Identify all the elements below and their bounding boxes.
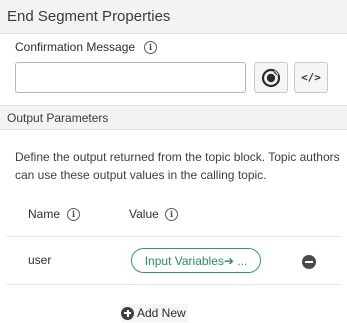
row-divider [7,236,340,237]
output-description: Define the output returned from the topi… [15,150,340,182]
script-editor-button[interactable]: </> [294,62,328,93]
row-divider [7,284,340,285]
info-icon[interactable]: i [165,208,178,221]
output-parameters-header: Output Parameters [0,105,347,130]
value-data-pill[interactable]: Input Variables➔ ... [131,248,261,273]
confirmation-message-label: Confirmation Message [15,40,136,54]
data-pill-icon [261,68,281,87]
value-column-header: Value [129,207,159,221]
panel-title: End Segment Properties [7,8,171,25]
confirmation-message-input[interactable] [15,62,246,93]
add-new-label: Add New [137,306,186,320]
info-icon[interactable]: i [67,208,80,221]
minus-circle-icon[interactable] [302,255,316,269]
output-param-name: user [28,253,52,267]
name-column-header: Name [28,207,61,221]
info-icon[interactable]: i [144,41,157,54]
plus-circle-icon [121,306,134,320]
output-parameters-title: Output Parameters [7,111,109,125]
data-pill-picker-button[interactable] [254,62,288,93]
code-icon: </> [301,71,321,84]
add-new-button[interactable]: Add New [121,304,188,322]
panel-header: End Segment Properties [0,0,347,34]
